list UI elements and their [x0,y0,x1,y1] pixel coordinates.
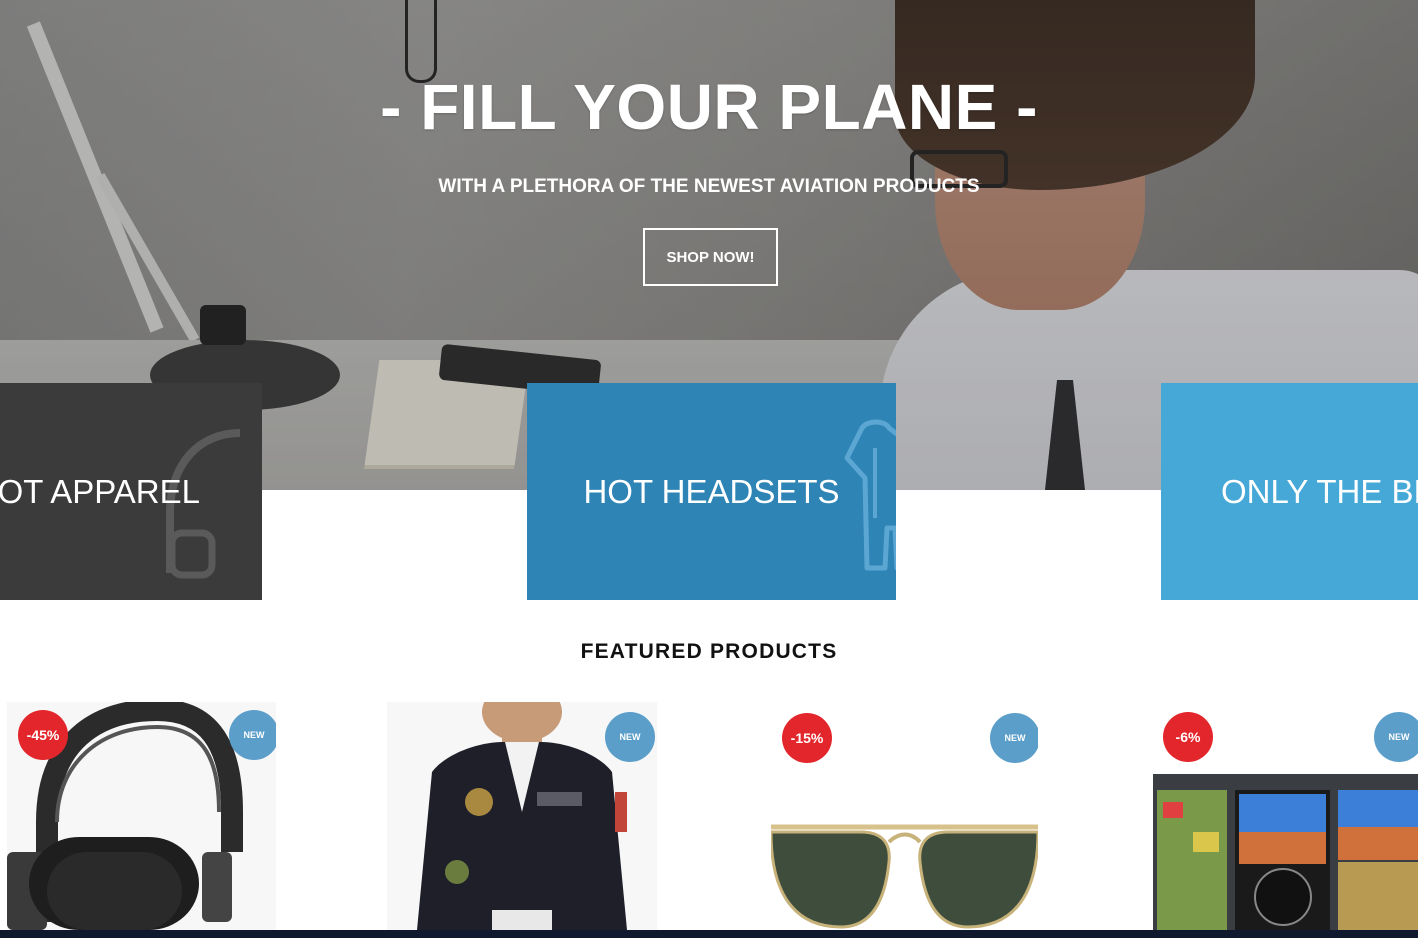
category-tile-hot-headsets[interactable]: HOT HEADSETS [527,383,896,600]
discount-badge: -45% [18,710,68,760]
footer-bar [0,930,1418,938]
hero-title: - FILL YOUR PLANE - [380,71,1038,143]
hero-subtitle: WITH A PLETHORA OF THE NEWEST AVIATION P… [438,176,980,197]
new-badge: NEW [229,710,276,760]
shop-now-button[interactable]: SHOP NOW! [643,228,778,286]
product-card-flight-jacket[interactable]: NEW [387,702,657,930]
category-tile-pilot-apparel[interactable]: LOT APPAREL [0,383,262,600]
category-tile-only-the-best[interactable]: ONLY THE BE [1161,383,1418,600]
discount-badge: -15% [782,713,832,763]
product-card-headphones[interactable]: -45% NEW [7,702,276,930]
product-card-avionics-display[interactable]: -6% NEW [1153,702,1418,930]
category-label: LOT APPAREL [0,472,200,510]
discount-badge: -6% [1163,712,1213,762]
product-card-aviator-sunglasses[interactable]: -15% NEW [771,702,1038,930]
new-badge: NEW [990,713,1038,763]
category-label: ONLY THE BE [1221,472,1418,510]
new-badge: NEW [1374,712,1418,762]
category-label: HOT HEADSETS [583,472,840,510]
featured-products-heading: FEATURED PRODUCTS [580,640,838,663]
new-badge: NEW [605,712,655,762]
